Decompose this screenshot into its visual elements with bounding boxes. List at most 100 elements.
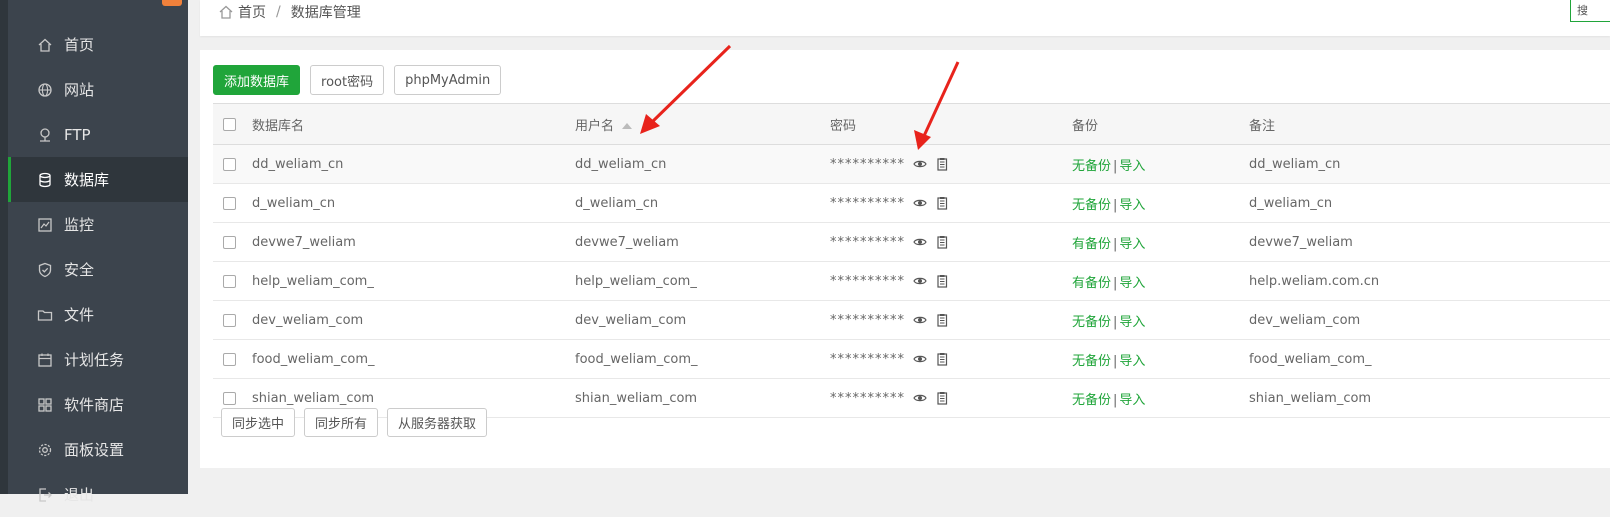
fetch-from-server-button[interactable]: 从服务器获取 xyxy=(387,408,488,437)
sync-all-button[interactable]: 同步所有 xyxy=(304,408,379,437)
row-checkbox[interactable] xyxy=(223,391,236,405)
add-database-button[interactable]: 添加数据库 xyxy=(213,65,301,95)
db-password-cell: ********** xyxy=(829,300,1071,340)
sidebar-item-label: 计划任务 xyxy=(64,351,125,369)
gear-icon xyxy=(36,441,54,459)
db-note-cell[interactable]: shian_weliam_com xyxy=(1248,378,1610,418)
search-input[interactable]: 搜 xyxy=(1570,0,1610,22)
table-header-row: 数据库名 用户名 密码 备份 备注 xyxy=(213,103,1610,145)
sidebar-item-ftp[interactable]: FTP xyxy=(8,112,188,157)
column-header-name[interactable]: 数据库名 xyxy=(251,103,574,145)
sidebar-item-site[interactable]: 网站 xyxy=(8,67,188,112)
sidebar-item-cron[interactable]: 计划任务 xyxy=(8,337,188,382)
link-divider: | xyxy=(1113,197,1118,213)
import-link[interactable]: 导入 xyxy=(1119,198,1145,213)
sidebar-item-label: 网站 xyxy=(64,81,95,99)
table-row: d_weliam_cn d_weliam_cn ********** 无备份 | 导入 d_… xyxy=(213,183,1610,223)
sidebar-item-home[interactable]: 首页 xyxy=(8,22,188,67)
row-checkbox[interactable] xyxy=(223,196,236,210)
import-link[interactable]: 导入 xyxy=(1119,315,1145,330)
copy-icon[interactable] xyxy=(935,313,949,327)
import-link[interactable]: 导入 xyxy=(1119,159,1145,174)
link-divider: | xyxy=(1113,158,1118,174)
apps-icon xyxy=(36,396,54,414)
db-password-cell: ********** xyxy=(829,261,1071,301)
sidebar-item-label: 文件 xyxy=(64,306,95,324)
backup-link[interactable]: 无备份 xyxy=(1072,315,1111,330)
sidebar-item-files[interactable]: 文件 xyxy=(8,292,188,337)
sidebar-item-monitor[interactable]: 监控 xyxy=(8,202,188,247)
db-user-cell: shian_weliam_com xyxy=(574,378,829,418)
db-note-cell[interactable]: devwe7_weliam xyxy=(1248,222,1610,262)
row-select-cell xyxy=(213,183,251,223)
eye-icon[interactable] xyxy=(913,391,927,405)
toolbar: 添加数据库 root密码 phpMyAdmin xyxy=(213,65,502,95)
row-checkbox[interactable] xyxy=(223,352,236,366)
sidebar-item-label: FTP xyxy=(64,125,91,144)
monitor-icon xyxy=(36,216,54,234)
import-link[interactable]: 导入 xyxy=(1119,393,1145,408)
select-all-cell xyxy=(213,103,251,145)
db-note-cell[interactable]: help.weliam.com.cn xyxy=(1248,261,1610,301)
breadcrumb-home[interactable]: 首页 xyxy=(238,2,266,22)
eye-icon[interactable] xyxy=(913,235,927,249)
home-icon[interactable] xyxy=(218,4,234,20)
copy-icon[interactable] xyxy=(935,196,949,210)
copy-icon[interactable] xyxy=(935,391,949,405)
db-password-cell: ********** xyxy=(829,339,1071,379)
eye-icon[interactable] xyxy=(913,274,927,288)
sync-selected-button[interactable]: 同步选中 xyxy=(221,408,296,437)
db-user-cell: help_weliam_com_ xyxy=(574,261,829,301)
backup-link[interactable]: 无备份 xyxy=(1072,198,1111,213)
sidebar-item-store[interactable]: 软件商店 xyxy=(8,382,188,427)
backup-link[interactable]: 无备份 xyxy=(1072,354,1111,369)
backup-link[interactable]: 无备份 xyxy=(1072,159,1111,174)
eye-icon[interactable] xyxy=(913,157,927,171)
backup-link[interactable]: 有备份 xyxy=(1072,237,1111,252)
root-password-button[interactable]: root密码 xyxy=(310,65,385,95)
sidebar-item-label: 安全 xyxy=(64,261,95,279)
column-header-user[interactable]: 用户名 xyxy=(574,103,829,145)
row-checkbox[interactable] xyxy=(223,235,236,249)
eye-icon[interactable] xyxy=(913,352,927,366)
notification-badge[interactable] xyxy=(162,0,182,6)
db-password-cell: ********** xyxy=(829,222,1071,262)
sidebar-item-settings[interactable]: 面板设置 xyxy=(8,427,188,472)
breadcrumb-separator: / xyxy=(276,4,281,20)
copy-icon[interactable] xyxy=(935,274,949,288)
sidebar-item-logout[interactable]: 退出 xyxy=(8,472,188,517)
select-all-checkbox[interactable] xyxy=(223,117,236,131)
sidebar-item-database[interactable]: 数据库 xyxy=(8,157,188,202)
column-header-backup: 备份 xyxy=(1071,103,1248,145)
database-icon xyxy=(36,171,54,189)
row-select-cell xyxy=(213,222,251,262)
db-note-cell[interactable]: d_weliam_cn xyxy=(1248,183,1610,223)
breadcrumb: 首页 / 数据库管理 xyxy=(218,2,361,22)
shield-icon xyxy=(36,261,54,279)
row-select-cell xyxy=(213,144,251,184)
sidebar-item-security[interactable]: 安全 xyxy=(8,247,188,292)
table-row: dev_weliam_com dev_weliam_com ********** 无备… xyxy=(213,300,1610,340)
copy-icon[interactable] xyxy=(935,157,949,171)
db-note-cell[interactable]: dev_weliam_com xyxy=(1248,300,1610,340)
import-link[interactable]: 导入 xyxy=(1119,276,1145,291)
password-mask: ********** xyxy=(830,156,905,172)
copy-icon[interactable] xyxy=(935,235,949,249)
import-link[interactable]: 导入 xyxy=(1119,237,1145,252)
password-mask: ********** xyxy=(830,273,905,289)
eye-icon[interactable] xyxy=(913,196,927,210)
backup-link[interactable]: 无备份 xyxy=(1072,393,1111,408)
phpmyadmin-button[interactable]: phpMyAdmin xyxy=(394,65,502,95)
home-icon xyxy=(36,36,54,54)
db-name-cell: dd_weliam_cn xyxy=(251,144,574,184)
row-checkbox[interactable] xyxy=(223,274,236,288)
db-note-cell[interactable]: dd_weliam_cn xyxy=(1248,144,1610,184)
row-checkbox[interactable] xyxy=(223,313,236,327)
db-note-cell[interactable]: food_weliam_com_ xyxy=(1248,339,1610,379)
backup-link[interactable]: 有备份 xyxy=(1072,276,1111,291)
import-link[interactable]: 导入 xyxy=(1119,354,1145,369)
password-mask: ********** xyxy=(830,312,905,328)
row-checkbox[interactable] xyxy=(223,157,236,171)
eye-icon[interactable] xyxy=(913,313,927,327)
copy-icon[interactable] xyxy=(935,352,949,366)
